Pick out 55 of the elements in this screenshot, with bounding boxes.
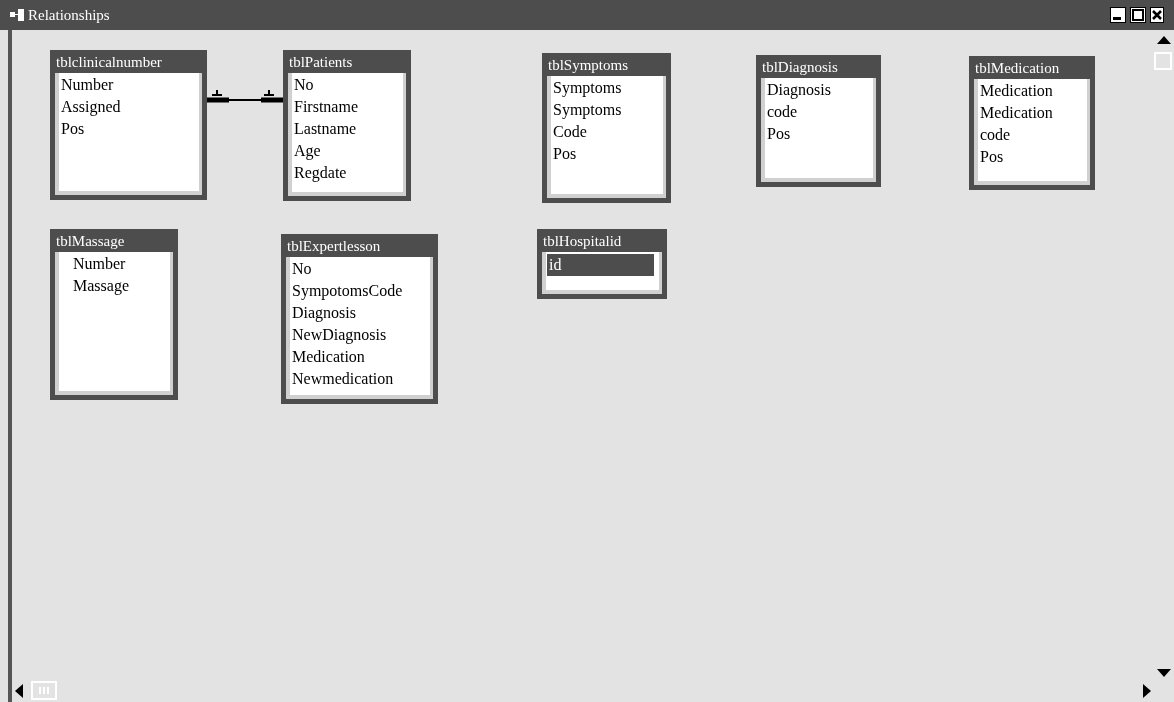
table-card[interactable]: tblHospitalid id <box>537 229 667 299</box>
scroll-up-icon[interactable] <box>1157 36 1171 44</box>
field-item[interactable]: Age <box>292 140 399 162</box>
field-item[interactable]: Symptoms <box>551 99 659 121</box>
table-card[interactable]: tblMedication Medication Medication code Pos <box>969 56 1095 190</box>
table-name: tblMassage <box>55 232 126 251</box>
field-item[interactable]: id <box>546 253 655 277</box>
window-title: Relationships <box>28 5 110 25</box>
field-item[interactable]: Number <box>59 74 195 96</box>
relationships-icon <box>10 9 24 21</box>
maximize-icon[interactable] <box>1130 7 1146 23</box>
table-card[interactable]: tblDiagnosis Diagnosis code Pos <box>756 55 881 187</box>
minimize-icon[interactable] <box>1110 7 1126 23</box>
table-name: tblclinicalnumber <box>55 53 163 72</box>
scroll-right-icon[interactable] <box>1143 684 1151 698</box>
field-item[interactable]: Regdate <box>292 162 399 184</box>
field-item[interactable]: No <box>292 74 399 96</box>
table-card[interactable]: tblExpertlesson No SympotomsCode Diagnosis NewDiagnosis Medication Newmedication <box>281 234 438 404</box>
scroll-left-icon[interactable] <box>15 684 23 698</box>
field-item[interactable]: Medication <box>978 80 1083 102</box>
table-name: tblDiagnosis <box>761 58 839 77</box>
field-item[interactable]: Diagnosis <box>765 79 869 101</box>
field-item[interactable]: Pos <box>59 118 195 140</box>
field-item[interactable]: SympotomsCode <box>290 280 426 302</box>
table-card[interactable]: tblSymptoms Symptoms Symptoms Code Pos <box>542 53 671 203</box>
table-card[interactable]: tblMassage Number Massage <box>50 229 178 400</box>
field-item[interactable]: code <box>978 124 1083 146</box>
field-item[interactable]: Medication <box>978 102 1083 124</box>
table-name: tblExpertlesson <box>286 237 382 256</box>
field-item[interactable]: Diagnosis <box>290 302 426 324</box>
table-name: tblHospitalid <box>542 232 623 251</box>
field-item[interactable]: Newmedication <box>290 368 426 390</box>
table-card[interactable]: tblPatients No Firstname Lastname Age Regdate <box>283 50 411 201</box>
field-item[interactable]: Code <box>551 121 659 143</box>
table-card[interactable]: tblclinicalnumber Number Assigned Pos <box>50 50 207 200</box>
vertical-scroll-thumb[interactable] <box>1154 52 1172 70</box>
scroll-down-icon[interactable] <box>1157 669 1171 677</box>
field-item[interactable]: Medication <box>290 346 426 368</box>
field-item[interactable]: Firstname <box>292 96 399 118</box>
field-item[interactable]: Number <box>59 253 166 275</box>
field-item[interactable]: Pos <box>765 123 869 145</box>
field-item[interactable]: NewDiagnosis <box>290 324 426 346</box>
field-item[interactable]: Pos <box>551 143 659 165</box>
field-item[interactable]: Massage <box>59 275 166 297</box>
table-name: tblPatients <box>288 53 354 72</box>
table-name: tblMedication <box>974 59 1061 78</box>
field-item[interactable]: Assigned <box>59 96 195 118</box>
close-icon[interactable] <box>1150 7 1164 23</box>
field-item[interactable]: code <box>765 101 869 123</box>
horizontal-scroll-thumb[interactable] <box>31 681 57 700</box>
field-item[interactable]: Lastname <box>292 118 399 140</box>
field-item[interactable]: Symptoms <box>551 77 659 99</box>
table-name: tblSymptoms <box>547 56 630 75</box>
field-item[interactable]: No <box>290 258 426 280</box>
field-item[interactable]: Pos <box>978 146 1083 168</box>
